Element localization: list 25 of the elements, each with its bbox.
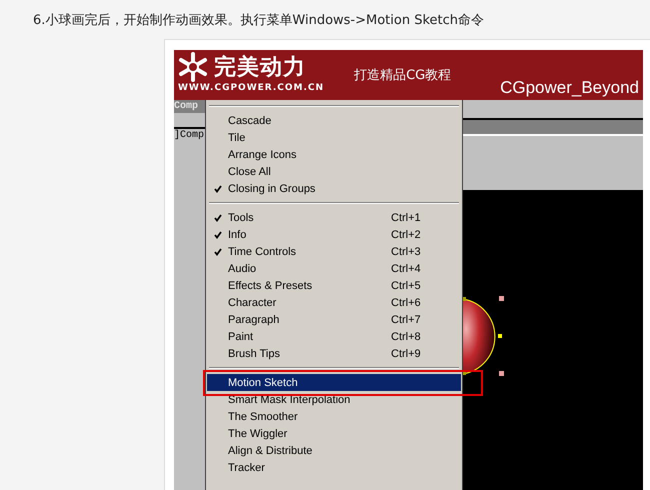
menu-item[interactable]: Tools Ctrl+1 <box>207 209 461 226</box>
menu-item[interactable]: The Smoother <box>207 408 461 425</box>
menu-item[interactable]: Effects & Presets Ctrl+5 <box>207 277 461 294</box>
slogan: 打造精品CG教程 <box>354 67 452 84</box>
menu-item[interactable]: Time Controls Ctrl+3 <box>207 243 461 260</box>
menu-item[interactable]: Character Ctrl+6 <box>207 294 461 311</box>
menu-item[interactable]: Brush Tips Ctrl+9 <box>207 345 461 362</box>
menu-item[interactable]: The Wiggler <box>207 425 461 442</box>
menu-item[interactable]: Tile <box>207 129 461 146</box>
step-instruction: 6.小球画完后，开始制作动画效果。执行菜单Windows->Motion Sketch命令 <box>32 12 486 30</box>
logo-text: 完美动力 <box>214 54 306 82</box>
author-name: CGpower_Beyond <box>500 78 639 98</box>
menu-item[interactable]: Audio Ctrl+4 <box>207 260 461 277</box>
menu-item[interactable]: Close All <box>207 163 461 180</box>
menu-item[interactable]: Paint Ctrl+8 <box>207 328 461 345</box>
menu-item[interactable]: Align & Distribute <box>207 442 461 459</box>
website-url: WWW.CGPOWER.COM.CN <box>178 83 324 93</box>
menu-item[interactable]: Arrange Icons <box>207 146 461 163</box>
menu-item[interactable]: Tracker <box>207 459 461 476</box>
menu-item[interactable]: Cascade <box>207 112 461 129</box>
menu-item[interactable]: Paragraph Ctrl+7 <box>207 311 461 328</box>
menu-item[interactable]: Closing in Groups <box>207 180 461 197</box>
menu-item[interactable]: Smart Mask Interpolation <box>207 391 461 408</box>
menu-item[interactable]: Info Ctrl+2 <box>207 226 461 243</box>
menu-item[interactable]: Motion Sketch <box>207 374 461 391</box>
